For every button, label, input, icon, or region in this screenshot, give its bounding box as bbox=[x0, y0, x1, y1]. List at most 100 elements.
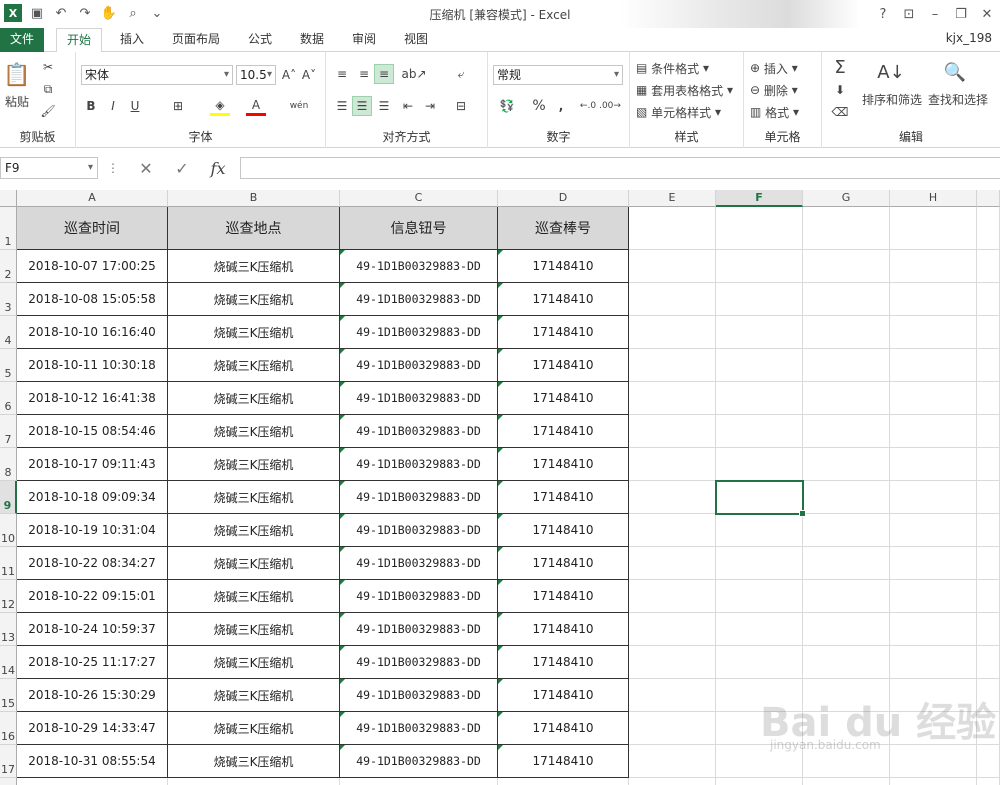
table-cell[interactable]: 烧碱三K压缩机 bbox=[168, 613, 340, 646]
table-cell[interactable]: 2018-10-24 10:59:37 bbox=[17, 613, 168, 646]
table-cell[interactable]: 17148410 bbox=[498, 415, 629, 448]
cell[interactable] bbox=[803, 415, 890, 448]
column-header-d[interactable]: D bbox=[498, 190, 629, 207]
table-cell[interactable]: 17148410 bbox=[498, 382, 629, 415]
name-box[interactable]: F9 bbox=[0, 157, 98, 179]
find-select-button[interactable]: 查找和选择 bbox=[926, 90, 990, 108]
grow-font-icon[interactable]: A˄ bbox=[280, 65, 298, 85]
cell[interactable] bbox=[977, 207, 1000, 250]
table-cell[interactable]: 17148410 bbox=[498, 316, 629, 349]
tab-home[interactable]: 开始 bbox=[56, 28, 103, 53]
active-cell-selection[interactable] bbox=[715, 480, 806, 517]
decrease-indent-icon[interactable]: ⇤ bbox=[398, 96, 418, 116]
table-header-cell[interactable]: 信息钮号 bbox=[340, 207, 498, 250]
table-header-cell[interactable]: 巡查地点 bbox=[168, 207, 340, 250]
decrease-decimal-icon[interactable]: .00→ bbox=[599, 96, 621, 116]
table-cell[interactable]: 17148410 bbox=[498, 547, 629, 580]
cell[interactable] bbox=[890, 250, 977, 283]
table-cell[interactable]: 17148410 bbox=[498, 448, 629, 481]
comma-button[interactable]: , bbox=[552, 96, 570, 116]
percent-button[interactable]: % bbox=[530, 96, 548, 116]
table-cell[interactable]: 17148410 bbox=[498, 283, 629, 316]
row-header-14[interactable]: 14 bbox=[0, 646, 17, 679]
accounting-format-icon[interactable]: 💱 bbox=[494, 96, 520, 116]
table-cell[interactable]: 49-1D1B00329883-DD bbox=[340, 712, 498, 745]
cell[interactable] bbox=[629, 207, 716, 250]
cell[interactable] bbox=[629, 415, 716, 448]
column-header-e[interactable]: E bbox=[629, 190, 716, 207]
align-right-icon[interactable]: ☰ bbox=[374, 96, 394, 116]
cell[interactable] bbox=[890, 646, 977, 679]
insert-function-button[interactable]: fx bbox=[204, 157, 232, 179]
cell[interactable] bbox=[977, 448, 1000, 481]
table-cell[interactable]: 49-1D1B00329883-DD bbox=[340, 448, 498, 481]
sort-filter-icon[interactable]: A↓ bbox=[874, 58, 908, 86]
table-cell[interactable]: 2018-10-07 17:00:25 bbox=[17, 250, 168, 283]
cell[interactable] bbox=[977, 250, 1000, 283]
row-header-15[interactable]: 15 bbox=[0, 679, 17, 712]
table-cell[interactable]: 烧碱三K压缩机 bbox=[168, 415, 340, 448]
row-header-17[interactable]: 17 bbox=[0, 745, 17, 778]
row-header-8[interactable]: 8 bbox=[0, 448, 17, 481]
table-cell[interactable]: 49-1D1B00329883-DD bbox=[340, 514, 498, 547]
table-cell[interactable]: 49-1D1B00329883-DD bbox=[340, 613, 498, 646]
cell[interactable] bbox=[17, 778, 168, 785]
table-cell[interactable]: 17148410 bbox=[498, 679, 629, 712]
table-cell[interactable]: 17148410 bbox=[498, 481, 629, 514]
column-header-b[interactable]: B bbox=[168, 190, 340, 207]
tab-page-layout[interactable]: 页面布局 bbox=[162, 28, 230, 52]
row-header-16[interactable]: 16 bbox=[0, 712, 17, 745]
cell[interactable] bbox=[977, 349, 1000, 382]
user-account[interactable]: kjx_198 bbox=[946, 31, 992, 45]
align-top-icon[interactable]: ≡ bbox=[332, 64, 352, 84]
cell[interactable] bbox=[890, 283, 977, 316]
column-header-f[interactable]: F bbox=[716, 190, 803, 207]
cell[interactable] bbox=[890, 778, 977, 785]
column-header-c[interactable]: C bbox=[340, 190, 498, 207]
cell[interactable] bbox=[977, 778, 1000, 785]
cell[interactable] bbox=[629, 646, 716, 679]
tab-insert[interactable]: 插入 bbox=[110, 28, 154, 52]
cell[interactable] bbox=[716, 316, 803, 349]
font-color-icon[interactable]: A bbox=[246, 96, 266, 116]
cell[interactable] bbox=[629, 316, 716, 349]
cell[interactable] bbox=[977, 415, 1000, 448]
delete-cells-button[interactable]: ⊖ 删除 ▾ bbox=[750, 80, 816, 100]
tab-data[interactable]: 数据 bbox=[290, 28, 334, 52]
cell[interactable] bbox=[498, 778, 629, 785]
format-painter-icon[interactable]: 🖌 bbox=[38, 102, 58, 120]
autosum-icon[interactable]: Σ bbox=[826, 56, 854, 78]
cell-styles-button[interactable]: ▧ 单元格样式 ▾ bbox=[636, 102, 740, 122]
cell[interactable] bbox=[890, 580, 977, 613]
cell[interactable] bbox=[803, 316, 890, 349]
increase-decimal-icon[interactable]: ←.0 bbox=[578, 96, 598, 116]
row-header-7[interactable]: 7 bbox=[0, 415, 17, 448]
cell[interactable] bbox=[890, 207, 977, 250]
row-header-4[interactable]: 4 bbox=[0, 316, 17, 349]
cell[interactable] bbox=[803, 778, 890, 785]
select-all-corner[interactable] bbox=[0, 190, 17, 207]
table-cell[interactable]: 49-1D1B00329883-DD bbox=[340, 349, 498, 382]
cell[interactable] bbox=[716, 580, 803, 613]
table-cell[interactable]: 2018-10-12 16:41:38 bbox=[17, 382, 168, 415]
cell[interactable] bbox=[977, 646, 1000, 679]
table-cell[interactable]: 17148410 bbox=[498, 349, 629, 382]
table-cell[interactable]: 2018-10-18 09:09:34 bbox=[17, 481, 168, 514]
cell[interactable] bbox=[803, 283, 890, 316]
tab-view[interactable]: 视图 bbox=[394, 28, 438, 52]
fill-color-icon[interactable]: ◈ bbox=[210, 96, 230, 116]
ribbon-display-icon[interactable]: ⊡ bbox=[896, 0, 922, 28]
row-header-3[interactable]: 3 bbox=[0, 283, 17, 316]
orientation-icon[interactable]: ab↗ bbox=[400, 64, 428, 84]
table-cell[interactable]: 49-1D1B00329883-DD bbox=[340, 580, 498, 613]
cell[interactable] bbox=[890, 745, 977, 778]
clear-icon[interactable]: ⌫ bbox=[826, 102, 854, 122]
merge-center-icon[interactable]: ⊟ bbox=[450, 96, 472, 116]
table-cell[interactable]: 2018-10-08 15:05:58 bbox=[17, 283, 168, 316]
table-cell[interactable]: 2018-10-15 08:54:46 bbox=[17, 415, 168, 448]
align-center-icon[interactable]: ☰ bbox=[352, 96, 372, 116]
borders-icon[interactable]: ⊞ bbox=[168, 96, 188, 116]
row-header-2[interactable]: 2 bbox=[0, 250, 17, 283]
table-cell[interactable]: 17148410 bbox=[498, 745, 629, 778]
cell[interactable] bbox=[716, 250, 803, 283]
